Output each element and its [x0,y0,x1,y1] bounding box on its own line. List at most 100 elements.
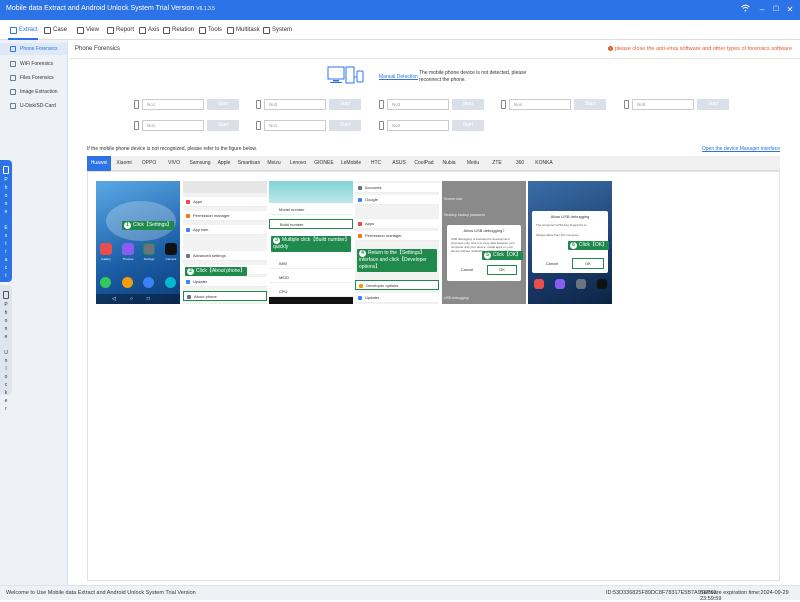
brand-tab-360[interactable]: 360 [509,156,531,171]
brand-tab-meizu[interactable]: Meizu [263,156,285,171]
settings-icon [143,243,155,255]
menu-row: Apps [183,197,267,207]
toolbar-view[interactable]: View [77,25,99,35]
dialog-cancel-button: Cancel [545,261,559,266]
about-phone-icon [187,295,191,299]
dialog-cancel-button: Cancel [460,267,474,272]
toolbar-axis[interactable]: Axis [139,25,159,35]
port-slot: No1 Start [134,98,239,110]
toolbar-multitask[interactable]: Multitask [227,25,260,35]
brand-tab-vivo[interactable]: VIVO [161,156,187,171]
brand-tab-huawei[interactable]: Huawei [87,156,111,171]
device-port-field[interactable]: No5 [632,98,694,110]
phone-icon [379,120,384,130]
dialog-text: The computer's RSA key fingerprint is: [536,223,587,227]
port-slot: No2 Start [379,119,484,131]
brand-tab-coolpad[interactable]: CoolPad [411,156,437,171]
step-text: Click【Settings】 [133,222,172,228]
sidebar-item-image-extraction[interactable]: Image Extraction [0,86,68,98]
app-twin-icon [186,228,190,232]
close-button[interactable]: ✕ [785,4,795,15]
device-port-field[interactable]: No3 [387,98,449,110]
phone-icon [256,120,261,130]
toolbar-case[interactable]: Case [44,25,67,35]
camera-icon [165,243,177,255]
dialog-ok-button: OK [572,258,604,269]
vtab-label: Phone Unlocker [4,302,8,412]
brand-tab-konka[interactable]: KONKA [531,156,557,171]
start-button[interactable]: Start [452,98,484,110]
step-text: Click【OK】 [493,252,522,258]
nav-bar [269,297,353,304]
toolbar-report[interactable]: Report [107,25,134,35]
warning-message: ! please close the anti-virus software a… [608,46,792,52]
about-row-text: Build number [280,222,304,227]
toolbar-label: Relation [172,27,195,33]
manual-detection-link[interactable]: Manual Detection [379,74,418,80]
menu-row: Advanced settings [183,251,267,261]
brand-tab-lenovo[interactable]: Lenovo [285,156,311,171]
start-button[interactable]: Start [329,119,361,131]
toolbar-extract[interactable]: Extract [10,25,38,35]
start-button[interactable]: Start [207,119,239,131]
dock-icon [555,279,565,289]
guide-panel: Gallery Themes Settings Camera ◁○□ 1 Clic… [87,171,780,581]
vtab-phone-extractor[interactable]: Phone Extractor [0,160,12,295]
step-number: 4 [359,250,366,257]
start-button[interactable]: Start [329,98,361,110]
start-button[interactable]: Start [697,98,729,110]
guide-image-about-phone: Model number Build number IMEI MEID CPU … [269,181,353,304]
maximize-button[interactable]: ☐ [771,4,781,15]
brand-tab-xiaomi[interactable]: Xiaomi [111,156,137,171]
brand-tab-zte[interactable]: ZTE [485,156,509,171]
sidebar-item-files-forensics[interactable]: Files Forensics [0,72,68,84]
device-port-field[interactable]: No2 [387,119,449,131]
phone-icon [256,99,261,109]
toolbar-tools[interactable]: Tools [199,25,222,35]
device-port-field[interactable]: No2 [264,98,326,110]
computer-phone-icon [327,66,364,84]
brand-tab-samsung[interactable]: Samsung [187,156,213,171]
brand-tab-apple[interactable]: Apple [213,156,235,171]
brand-tab-gionee[interactable]: GIONEE [311,156,337,171]
phone-unlocker-icon [3,291,9,299]
menu-row-text: Developer options [366,283,399,288]
menu-row: Developer options [355,280,439,290]
device-port-field[interactable]: No1 [142,119,204,131]
brand-tab-htc[interactable]: HTC [365,156,387,171]
menu-row: Permission manager [183,211,267,221]
brand-tab-oppo[interactable]: OPPO [137,156,161,171]
start-button[interactable]: Start [452,119,484,131]
vtab-phone-unlocker[interactable]: Phone Unlocker [0,285,12,412]
updater-icon [186,280,190,284]
desktop-backup-row: Desktop backup password [444,213,486,217]
dock-icon [576,279,586,289]
menu-row-text: Advanced settings [193,253,226,258]
extract-icon [10,26,17,34]
device-port-field[interactable]: No1 [264,119,326,131]
sidebar-item-udisk-sdcard[interactable]: U-Disk/SD-Card [0,100,68,112]
menu-row-text: Permission manager [193,213,230,218]
system-icon [263,26,270,34]
wifi-icon[interactable] [740,4,750,15]
sidebar-item-wifi-forensics[interactable]: WiFi Forensics [0,58,68,70]
device-port-field[interactable]: No1 [142,98,204,110]
screen-lock-row: Screen lock [444,197,463,201]
device-port-field[interactable]: No4 [509,98,571,110]
brand-tab-lemobile[interactable]: LeMobile [337,156,365,171]
minimize-button[interactable]: – [757,4,767,15]
toolbar-relation[interactable]: Relation [163,25,194,35]
brand-tab-smartisan[interactable]: Smartisan [235,156,263,171]
open-device-manager-link[interactable]: Open the device Manager interface [702,146,780,152]
start-button[interactable]: Start [207,98,239,110]
title-bar: Mobile data Extract and Android Unlock S… [0,0,800,20]
brand-tab-nubia[interactable]: Nubia [437,156,461,171]
brand-tab-meitu[interactable]: Meitu [461,156,485,171]
start-button[interactable]: Start [574,98,606,110]
toolbar-system[interactable]: System [263,25,292,35]
home-label-themes: Themes [122,257,134,261]
brand-tab-asus[interactable]: ASUS [387,156,411,171]
toolbar-label: View [86,27,99,33]
menu-row: Accounts [355,183,439,193]
sidebar-item-phone-forensics[interactable]: Phone Forensics [0,43,68,55]
